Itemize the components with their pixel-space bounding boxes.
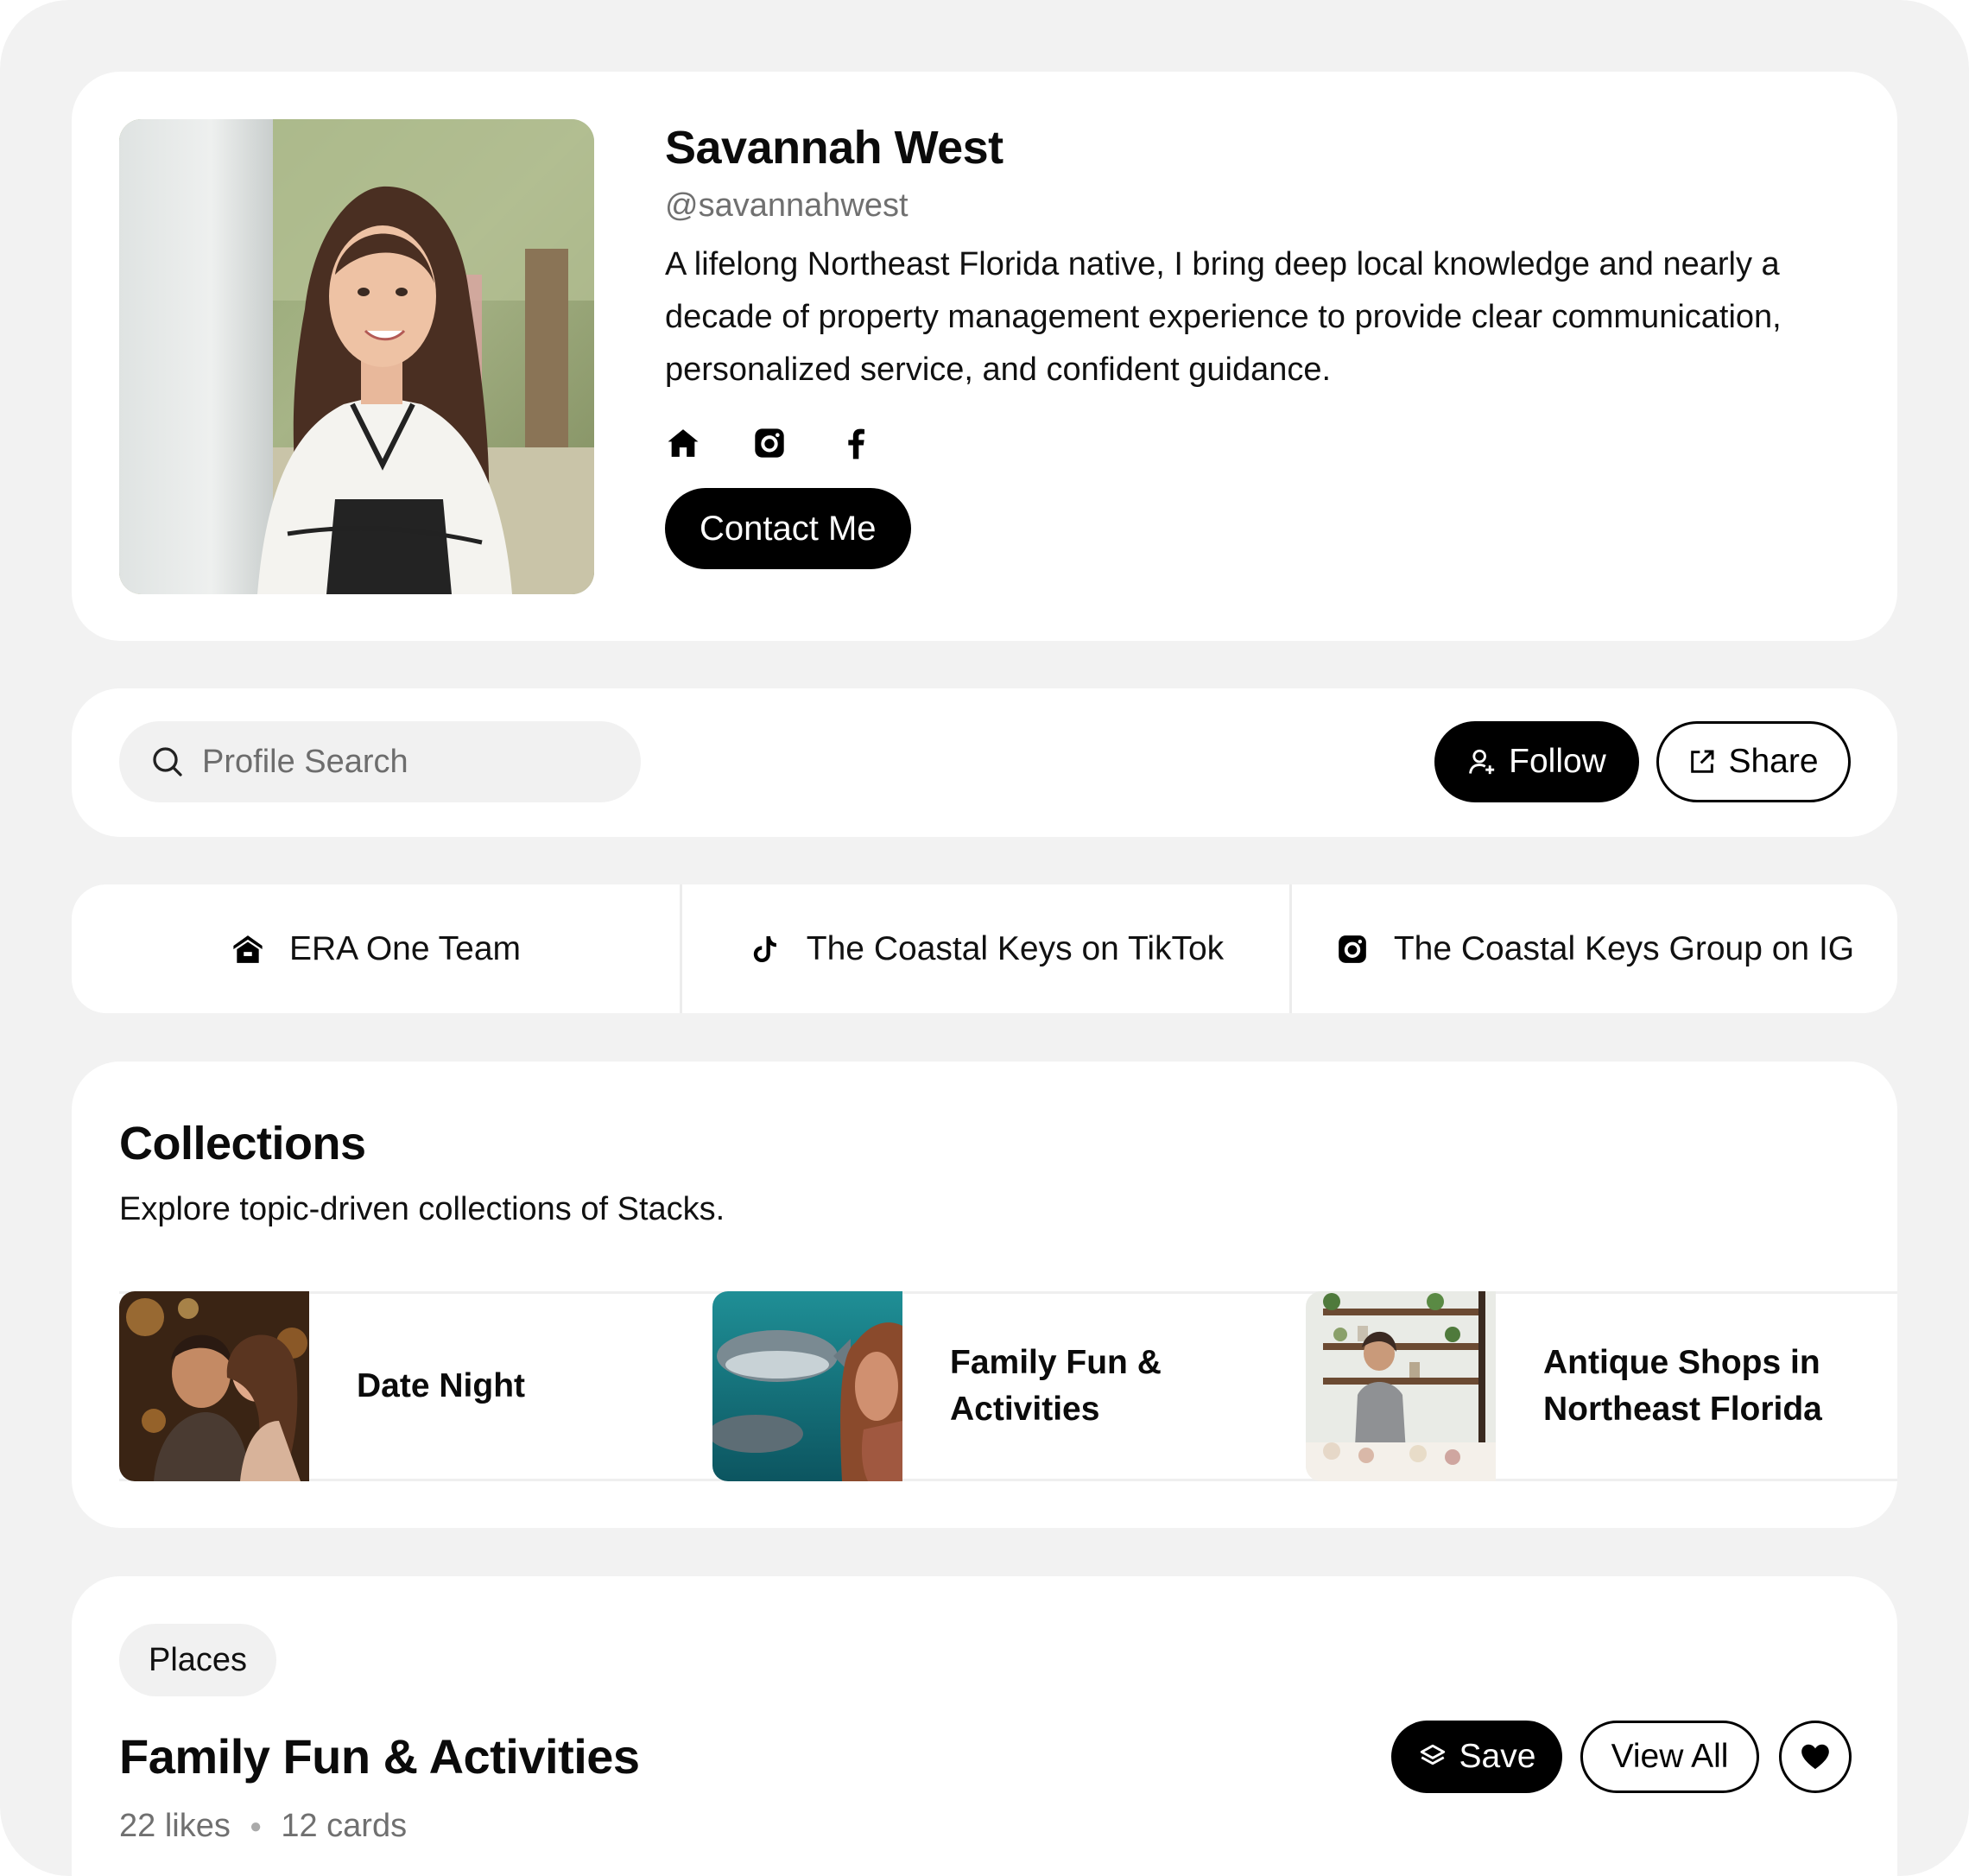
collection-label: Date Night	[357, 1367, 525, 1404]
collection-label-text: Family Fun & Activities	[950, 1344, 1162, 1428]
like-button[interactable]	[1779, 1721, 1852, 1793]
social-links	[665, 424, 1865, 462]
follow-button[interactable]: Follow	[1434, 721, 1639, 802]
view-all-button[interactable]: View All	[1580, 1721, 1759, 1793]
collections-row: Date Night Family Fun & Activities Antiq…	[119, 1291, 1897, 1481]
collections-subtitle: Explore topic-driven collections of Stac…	[119, 1191, 725, 1227]
home-icon	[231, 932, 265, 967]
share-button[interactable]: Share	[1656, 721, 1851, 802]
facebook-icon[interactable]	[838, 425, 874, 461]
layers-icon	[1418, 1742, 1447, 1771]
collection-item-date-night[interactable]: Date Night	[119, 1291, 525, 1481]
link-label: The Coastal Keys Group on IG	[1393, 929, 1855, 967]
profile-links: ERA One Team The Coastal Keys on TikTok …	[72, 884, 1897, 1013]
save-label: Save	[1459, 1738, 1536, 1775]
profile-photo	[119, 119, 594, 594]
profile-name: Savannah West	[665, 122, 1003, 174]
stack-title[interactable]: Family Fun & Activities	[119, 1728, 640, 1784]
instagram-icon[interactable]	[751, 425, 788, 461]
collections-section: Collections Explore topic-driven collect…	[72, 1062, 1897, 1528]
places-tag[interactable]: Places	[119, 1624, 277, 1696]
profile-bio: A lifelong Northeast Florida native, I b…	[665, 246, 1782, 388]
collection-item-antique-shops[interactable]: Antique Shops in Northeast Florida	[1306, 1291, 1837, 1481]
tiktok-icon	[748, 932, 782, 967]
likes-count: 22 likes	[119, 1808, 231, 1844]
external-link-icon	[1688, 748, 1716, 776]
heart-icon	[1799, 1740, 1832, 1773]
profile-card: Savannah West @savannahwest A lifelong N…	[72, 72, 1897, 641]
profile-handle: @savannahwest	[665, 187, 909, 224]
profile-toolbar: Follow Share	[72, 688, 1897, 837]
collection-label-text: Antique Shops in Northeast Florida	[1543, 1344, 1822, 1428]
home-icon[interactable]	[665, 425, 701, 461]
link-label: ERA One Team	[288, 929, 522, 967]
link-instagram[interactable]: The Coastal Keys Group on IG	[1289, 884, 1897, 1013]
link-tiktok[interactable]: The Coastal Keys on TikTok	[680, 884, 1289, 1013]
link-era-one-team[interactable]: ERA One Team	[72, 884, 680, 1013]
stack-card: Places Family Fun & Activities 22 likes …	[72, 1576, 1897, 1876]
link-label: The Coastal Keys on TikTok	[806, 929, 1225, 967]
collection-label: Antique Shops in Northeast Florida	[1543, 1340, 1837, 1433]
search-input[interactable]	[202, 743, 617, 781]
follow-label: Follow	[1509, 743, 1606, 780]
collection-label: Family Fun & Activities	[950, 1340, 1166, 1433]
add-user-icon	[1467, 747, 1497, 776]
instagram-icon	[1335, 932, 1370, 967]
search-icon	[150, 745, 185, 779]
collection-thumbnail	[119, 1291, 309, 1481]
save-button[interactable]: Save	[1391, 1721, 1562, 1793]
separator-dot: ●	[249, 1814, 263, 1838]
cards-count: 12 cards	[281, 1808, 408, 1844]
share-label: Share	[1728, 743, 1819, 780]
stack-meta: 22 likes ● 12 cards	[119, 1808, 407, 1845]
contact-me-button[interactable]: Contact Me	[665, 488, 911, 569]
page-frame: Savannah West @savannahwest A lifelong N…	[0, 0, 1969, 1876]
profile-search[interactable]	[119, 721, 641, 802]
collection-item-family-fun[interactable]: Family Fun & Activities	[712, 1291, 1166, 1481]
collections-title: Collections	[119, 1118, 366, 1169]
collection-thumbnail	[1306, 1291, 1496, 1481]
collection-thumbnail	[712, 1291, 902, 1481]
